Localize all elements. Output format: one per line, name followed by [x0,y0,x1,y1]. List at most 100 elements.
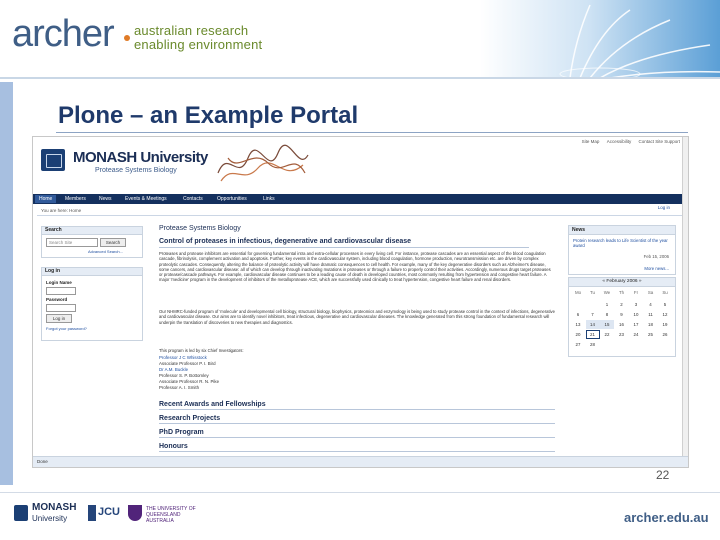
monash-crest-icon [41,149,65,171]
calendar-month-title[interactable]: « February 2006 » [569,278,675,287]
calendar-weekday: Su [662,290,668,295]
site-map-link[interactable]: Site Map [582,139,600,144]
slide-page-number: 22 [656,468,670,482]
monash-shield-icon [14,505,28,521]
nav-tab-links[interactable]: Links [259,195,279,203]
calendar-day: 26 [662,332,668,337]
login-portlet-title: Log in [42,268,142,276]
calendar-day: 19 [662,322,668,327]
jcu-mark-icon [88,505,96,521]
password-label: Password [46,297,68,302]
nav-tab-news[interactable]: News [95,195,116,203]
calendar-weekday: Sa [647,290,654,295]
intro-paragraph: Proteases and protease inhibitors are es… [159,251,551,283]
calendar-day: 20 [575,332,581,337]
header-login-link[interactable]: Log in [658,205,670,210]
tagline-line-2: enabling environment [134,37,263,52]
archer-logo: archer [12,13,115,55]
calendar-day: 25 [648,332,653,337]
monash-footer-name: MONASH [32,502,77,513]
calendar-weekday: Th [618,290,625,295]
search-button[interactable]: Search [100,238,126,247]
header-divider [0,77,720,79]
slide-title: Plone – an Example Portal [58,102,359,129]
search-portlet: Search Search Site Search Advanced Searc… [41,226,143,258]
login-name-label: Login Name [46,280,72,285]
more-news-link[interactable]: More news... [644,266,669,271]
calendar-weekday: Fr [633,290,639,295]
calendar-day: 6 [576,312,580,317]
uq-footer-name: THE UNIVERSITY OF QUEENSLAND AUSTRALIA [146,506,196,524]
calendar-weekday: Tu [590,290,595,295]
tagline-line-1: australian research [134,23,249,38]
portal-main-heading: Control of proteases in infectious, dege… [159,238,529,248]
investigator-item: Professor A. I. Smith [159,385,200,390]
section-phd-link[interactable]: PhD Program [159,429,555,438]
login-name-field[interactable] [46,287,76,295]
breadcrumb: You are here: Home [41,208,82,213]
calendar-day: 8 [605,312,609,317]
archer-logo-dot [124,35,130,41]
calendar-day: 27 [575,342,581,347]
calendar-day: 12 [662,312,668,317]
page-scrollbar[interactable] [682,137,688,456]
login-submit-button[interactable]: Log in [46,314,72,323]
footer-divider [0,492,720,493]
status-text: Done [37,459,48,464]
nav-tab-events[interactable]: Events & Meetings [121,195,171,203]
slide-left-accent-bar [0,82,13,485]
protein-structure-icon [217,144,309,182]
calendar-day: 4 [649,302,652,307]
calendar-portlet: « February 2006 » Mo Tu We Th Fr Sa Su 1 2 3 4 5 6 7 8… [568,277,676,357]
portal-util-links: Site Map Accessibility Contact Site Supp… [576,139,680,144]
archer-tagline: australian research enabling environment [134,24,262,52]
section-honours-link[interactable]: Honours [159,443,555,452]
portal-lab-name: Protease Systems Biology [95,167,177,174]
program-paragraph: Our NHMRC-funded program of 'molecule' a… [159,309,555,325]
slide-header: archer australian research enabling envi… [0,0,720,79]
calendar-day: 16 [619,322,624,327]
news-portlet: News Protein research leads to Life Scie… [568,225,676,275]
section-awards-link[interactable]: Recent Awards and Fellowships [159,401,555,410]
forgot-password-link[interactable]: Forgot your password? [46,326,87,331]
contact-support-link[interactable]: Contact Site Support [638,139,680,144]
accessibility-link[interactable]: Accessibility [607,139,632,144]
calendar-weekday: We [603,290,611,295]
search-input[interactable]: Search Site [46,238,98,247]
calendar-day[interactable]: 14 [585,320,600,329]
calendar-day: 13 [575,322,581,327]
nav-tab-contacts[interactable]: Contacts [179,195,207,203]
news-item-link[interactable]: Protein research leads to Life Scientist… [573,238,671,249]
archer-footer-url[interactable]: archer.edu.au [624,510,709,525]
browser-status-bar: Done [33,456,688,467]
monash-footer-sub: University [32,514,68,523]
header-swirl-graphic [480,0,720,78]
calendar-day: 1 [605,302,609,307]
calendar-day: 17 [633,322,639,327]
advanced-search-link[interactable]: Advanced Search... [88,249,123,254]
calendar-day: 7 [591,312,594,317]
calendar-day: 5 [663,302,667,307]
uq-crest-icon [128,505,142,521]
calendar-weekday: Mo [574,290,582,295]
calendar-day: 24 [633,332,639,337]
nav-tab-opportunities[interactable]: Opportunities [213,195,251,203]
calendar-day: 10 [633,312,639,317]
password-field[interactable] [46,304,76,312]
portal-university-name: MONASH University [73,149,208,166]
investigator-list: Professor J C Whisstock Associate Profes… [159,355,219,391]
nav-tab-members[interactable]: Members [61,195,90,203]
nav-tab-home[interactable]: Home [35,195,57,203]
plone-portal-screenshot: Site Map Accessibility Contact Site Supp… [32,136,689,468]
portal-nav-bar: Home Members News Events & Meetings Cont… [33,194,688,204]
portal-site-heading: Protease Systems Biology [159,225,241,232]
news-item-date: Feb 15, 2006 [643,254,669,259]
calendar-day: 9 [620,312,623,317]
calendar-day: 28 [590,342,595,347]
news-portlet-title: News [569,226,675,235]
section-research-link[interactable]: Research Projects [159,415,555,424]
calendar-day: 11 [648,312,653,317]
calendar-day[interactable]: 15 [600,320,614,329]
calendar-day: 22 [604,332,610,337]
jcu-footer-logo: JCU [88,503,120,525]
